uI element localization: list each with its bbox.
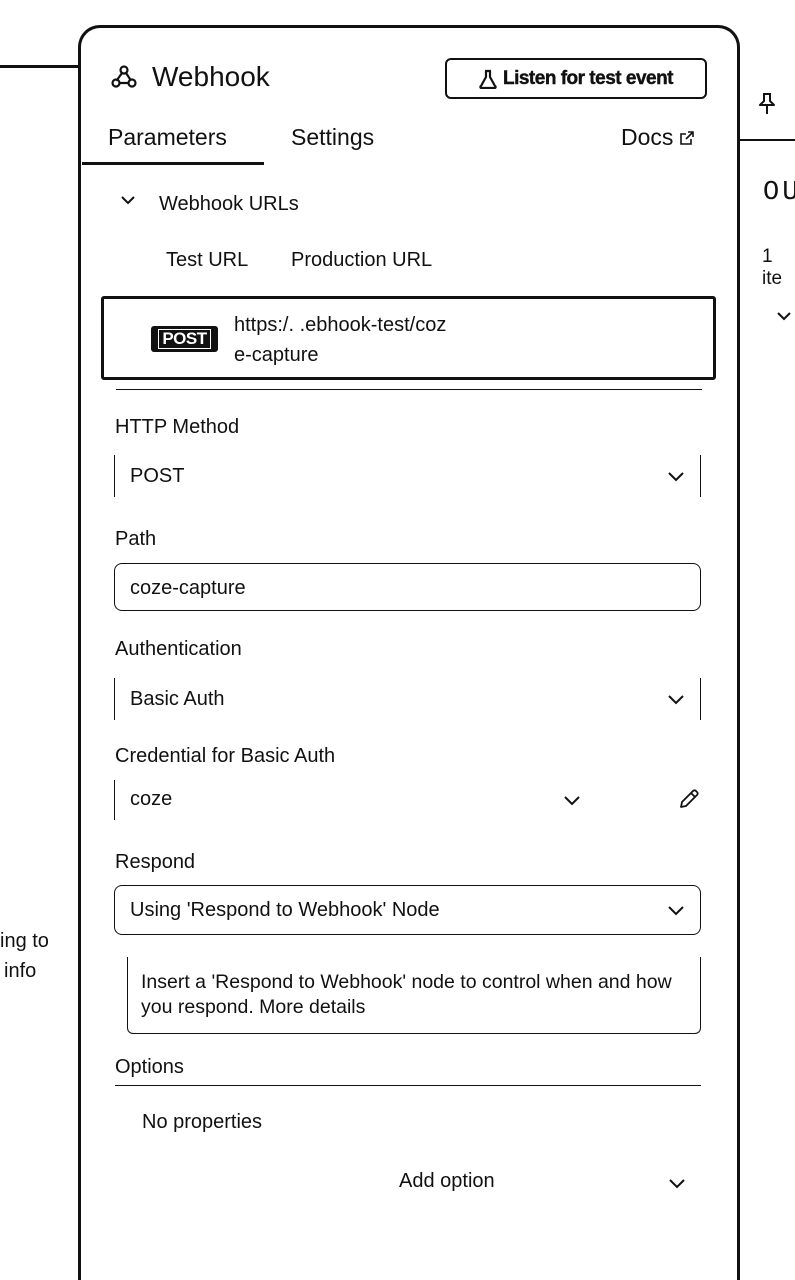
canvas-edge-line [0,65,80,68]
path-input[interactable]: coze-capture [114,563,701,611]
external-link-icon [679,130,695,146]
listen-button-label: Listen for test event [502,67,674,89]
notice-text: Insert a 'Respond to Webhook' node to co… [141,971,672,1018]
tab-parameters[interactable]: Parameters [108,124,227,151]
tab-test-url[interactable]: Test URL [166,249,248,272]
listen-for-test-event-button[interactable]: Listen for test event [445,58,707,99]
http-method-select[interactable]: POST [114,455,701,497]
authentication-select[interactable]: Basic Auth [114,678,701,720]
flask-icon [479,69,497,89]
edit-credential-icon[interactable] [677,787,701,811]
output-heading: OU [763,178,795,208]
method-badge-label: POST [158,329,211,349]
canvas-text-fragment: ing to [0,930,49,952]
webhook-icon [110,63,138,91]
path-value: coze-capture [130,577,246,599]
section-divider [116,389,702,390]
chevron-down-icon [666,904,686,917]
chevron-down-icon[interactable] [775,309,793,323]
path-label: Path [115,528,157,550]
authentication-value: Basic Auth [130,688,225,710]
chevron-down-icon [666,470,686,483]
chevron-down-icon [562,794,582,807]
authentication-label: Authentication [115,638,242,660]
active-tab-indicator [82,162,264,165]
chevron-down-icon[interactable] [119,194,137,206]
tab-settings[interactable]: Settings [291,124,374,151]
respond-notice: Insert a 'Respond to Webhook' node to co… [127,957,701,1034]
credential-label: Credential for Basic Auth [115,745,336,767]
output-panel-divider [735,139,795,141]
respond-select[interactable]: Using 'Respond to Webhook' Node [114,885,701,935]
respond-value: Using 'Respond to Webhook' Node [130,899,440,921]
webhook-url-text[interactable]: https:/. .ebhook-test/coz e-capture [234,310,694,370]
chevron-down-icon [666,693,686,706]
url-line-2: e-capture [234,344,319,366]
webhook-urls-toggle[interactable]: Webhook URLs [159,193,299,216]
docs-link[interactable]: Docs [621,124,695,151]
no-properties-text: No properties [142,1111,263,1133]
options-label: Options [115,1056,184,1078]
credential-select[interactable]: coze [114,780,614,820]
http-method-label: HTTP Method [115,416,240,438]
canvas-text-fragment: info [4,960,37,982]
credential-value: coze [130,788,173,810]
tab-production-url[interactable]: Production URL [291,249,432,272]
node-title: Webhook [152,61,270,92]
url-line-1: https:/. .ebhook-test/coz [234,314,447,336]
pin-icon[interactable] [757,92,777,116]
docs-label: Docs [621,124,674,150]
add-option-button[interactable]: Add option [399,1170,495,1193]
http-method-value: POST [130,465,185,487]
options-divider [115,1085,701,1086]
chevron-down-icon[interactable] [667,1177,687,1190]
method-badge: POST [151,326,218,352]
respond-label: Respond [115,851,196,873]
output-item-count: 1 ite [762,246,783,289]
